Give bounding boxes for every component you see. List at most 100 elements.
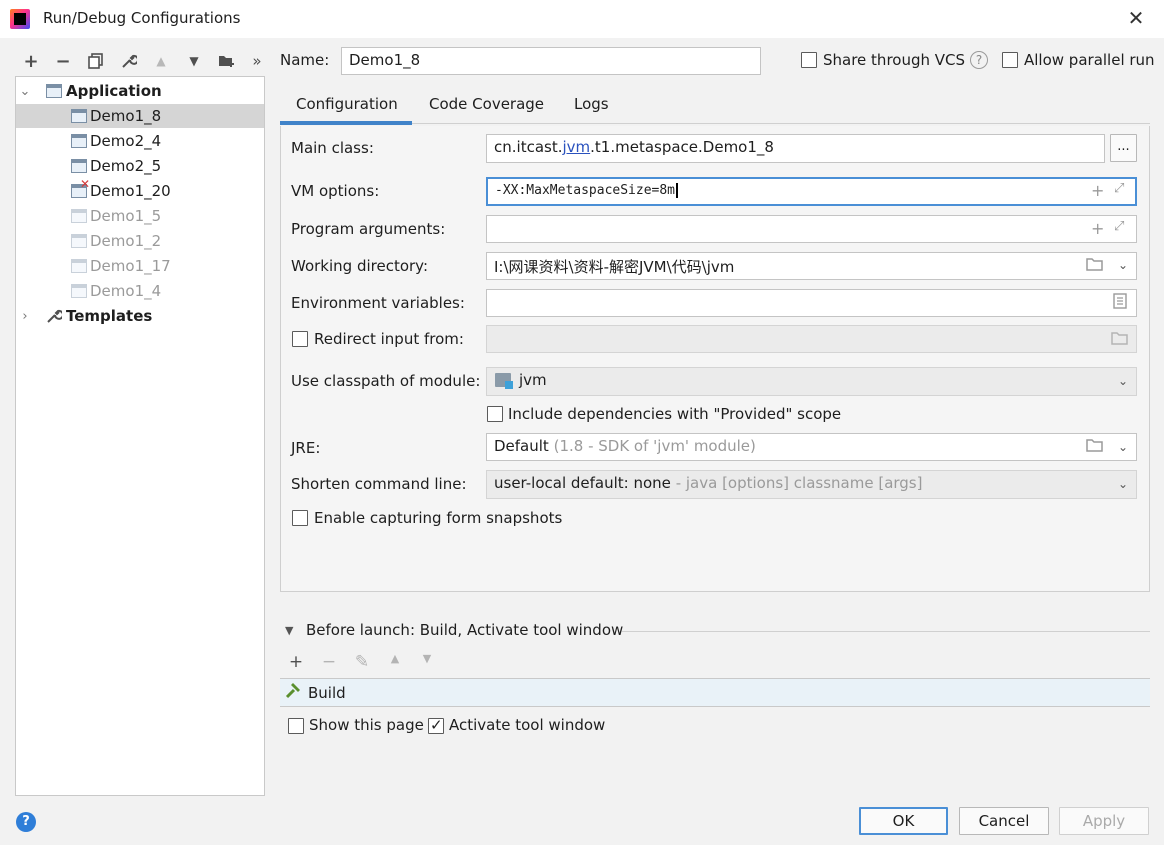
- folder-icon[interactable]: [1086, 256, 1104, 275]
- name-label: Name:: [280, 51, 330, 69]
- module-folder-icon: [495, 373, 513, 389]
- expand-editor-icon[interactable]: ⤢: [1114, 181, 1124, 196]
- chevron-down-icon[interactable]: ⌄: [1118, 374, 1128, 388]
- move-task-down-icon[interactable]: ▼: [417, 652, 437, 672]
- show-page-label: Show this page: [309, 716, 424, 734]
- browse-main-class-button[interactable]: ...: [1110, 134, 1137, 162]
- expand-plus-icon[interactable]: +: [1091, 219, 1104, 238]
- vm-options-input[interactable]: -XX:MaxMetaspaceSize=8m: [486, 177, 1137, 206]
- more-icon[interactable]: »: [245, 49, 269, 73]
- chevron-right-icon[interactable]: ›: [18, 309, 32, 324]
- add-icon[interactable]: +: [19, 49, 43, 73]
- snapshots-checkbox[interactable]: [292, 510, 308, 526]
- expand-plus-icon[interactable]: +: [1091, 181, 1104, 200]
- activate-window-label: Activate tool window: [449, 716, 606, 734]
- share-vcs-label: Share through VCS: [823, 51, 966, 69]
- main-class-prefix: cn.itcast.: [494, 138, 563, 156]
- wrench-icon[interactable]: [117, 49, 141, 73]
- close-icon[interactable]: ✕: [1124, 6, 1148, 30]
- include-deps-checkbox[interactable]: [487, 406, 503, 422]
- tab-configuration[interactable]: Configuration: [296, 95, 398, 113]
- tab-logs[interactable]: Logs: [574, 95, 609, 113]
- vm-options-value: -XX:MaxMetaspaceSize=8m: [495, 183, 676, 198]
- program-args-label: Program arguments:: [291, 220, 446, 238]
- tree-item[interactable]: Demo2_4: [16, 129, 264, 153]
- wrench-icon: [46, 308, 64, 328]
- tree-item[interactable]: Demo2_5: [16, 154, 264, 178]
- redirect-checkbox[interactable]: [292, 331, 308, 347]
- main-class-suffix: .t1.metaspace.Demo1_8: [590, 138, 774, 156]
- new-folder-icon[interactable]: [215, 49, 239, 73]
- ok-button[interactable]: OK: [859, 807, 948, 835]
- move-down-icon[interactable]: ▼: [182, 49, 206, 73]
- tree-item[interactable]: Demo1_5: [16, 204, 264, 228]
- folder-icon[interactable]: [1111, 330, 1129, 349]
- edit-task-icon[interactable]: ✎: [352, 652, 372, 672]
- tree-item-label: Demo2_5: [90, 157, 162, 175]
- working-dir-input[interactable]: I:\网课资料\资料-解密JVM\代码\jvm: [486, 252, 1137, 280]
- folder-icon[interactable]: [1086, 437, 1104, 456]
- env-vars-input[interactable]: [486, 289, 1137, 317]
- apply-button[interactable]: Apply: [1059, 807, 1149, 835]
- tree-item[interactable]: Demo1_17: [16, 254, 264, 278]
- shorten-hint: - java [options] classname [args]: [675, 474, 923, 492]
- activate-window-checkbox[interactable]: [428, 716, 444, 734]
- chevron-down-icon[interactable]: ⌄: [18, 84, 32, 99]
- list-item[interactable]: Build: [280, 679, 1150, 706]
- move-up-icon[interactable]: ▲: [149, 49, 173, 73]
- program-args-input[interactable]: [486, 215, 1137, 243]
- tree-item[interactable]: Demo1_8: [16, 104, 264, 128]
- move-task-up-icon[interactable]: ▲: [385, 652, 405, 672]
- expand-editor-icon[interactable]: ⤢: [1114, 219, 1124, 234]
- classpath-label: Use classpath of module:: [291, 372, 481, 390]
- chevron-down-icon[interactable]: ⌄: [1118, 477, 1128, 491]
- name-input[interactable]: Demo1_8: [341, 47, 761, 75]
- allow-parallel-checkbox[interactable]: [1002, 52, 1018, 68]
- tab-code-coverage[interactable]: Code Coverage: [429, 95, 544, 113]
- tree-item[interactable]: ✕ Demo1_20: [16, 177, 264, 203]
- tree-item-label: Demo1_17: [90, 257, 171, 275]
- tree-node-templates[interactable]: › Templates: [16, 304, 264, 328]
- tree-item[interactable]: Demo1_2: [16, 229, 264, 253]
- active-tab-indicator: [280, 121, 412, 125]
- cancel-button[interactable]: Cancel: [959, 807, 1049, 835]
- chevron-down-icon[interactable]: ⌄: [1118, 258, 1128, 272]
- application-folder-icon: [46, 84, 62, 98]
- share-vcs-checkbox[interactable]: [801, 52, 817, 68]
- before-launch-divider: [622, 631, 1150, 632]
- application-config-icon: [71, 234, 87, 248]
- copy-icon[interactable]: [84, 49, 108, 73]
- build-task-label: Build: [308, 684, 346, 702]
- main-class-link[interactable]: jvm: [562, 138, 590, 156]
- classpath-select[interactable]: jvm: [486, 367, 1137, 396]
- add-task-icon[interactable]: +: [286, 652, 306, 672]
- tree-item[interactable]: Demo1_4: [16, 279, 264, 303]
- jre-label: JRE:: [291, 439, 321, 457]
- remove-task-icon[interactable]: −: [319, 652, 339, 672]
- snapshots-label: Enable capturing form snapshots: [314, 509, 563, 527]
- redirect-label: Redirect input from:: [314, 330, 464, 348]
- main-class-input[interactable]: cn.itcast.jvm.t1.metaspace.Demo1_8: [486, 134, 1105, 163]
- jre-select[interactable]: Default (1.8 - SDK of 'jvm' module): [486, 433, 1137, 461]
- hammer-icon: [284, 682, 302, 704]
- tree-item-label: Demo1_2: [90, 232, 162, 250]
- show-page-checkbox[interactable]: [288, 718, 304, 734]
- help-icon[interactable]: ?: [16, 812, 36, 832]
- collapse-arrow-icon[interactable]: ▼: [285, 624, 293, 637]
- jre-value: Default: [494, 437, 549, 455]
- help-icon[interactable]: ?: [970, 51, 988, 69]
- redirect-input[interactable]: [486, 325, 1137, 353]
- allow-parallel-label: Allow parallel run: [1024, 51, 1155, 69]
- application-config-icon: [71, 109, 87, 123]
- env-vars-label: Environment variables:: [291, 294, 465, 312]
- application-config-icon: [71, 134, 87, 148]
- tree-item-label: Demo1_20: [90, 182, 171, 200]
- remove-icon[interactable]: −: [51, 49, 75, 73]
- vm-options-label: VM options:: [291, 182, 380, 200]
- chevron-down-icon[interactable]: ⌄: [1118, 440, 1128, 454]
- tree-label-application: Application: [66, 82, 162, 100]
- edit-env-icon[interactable]: [1113, 293, 1127, 313]
- tree-node-application[interactable]: ⌄ Application: [16, 79, 264, 103]
- shorten-select[interactable]: user-local default: none - java [options…: [486, 470, 1137, 499]
- tree-item-label: Demo1_5: [90, 207, 162, 225]
